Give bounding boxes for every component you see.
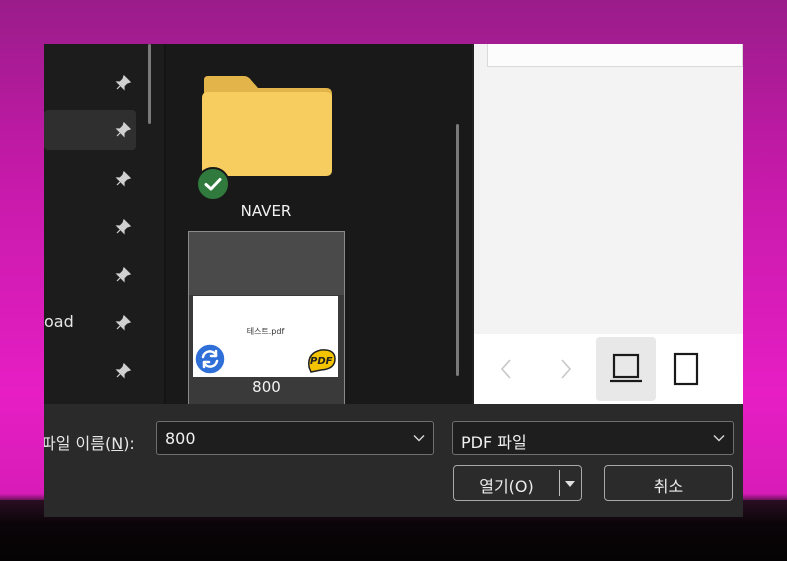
next-page-button[interactable]: [536, 337, 596, 401]
pin-icon: [115, 170, 132, 187]
nav-item-3[interactable]: [44, 159, 136, 199]
pdf-file-item[interactable]: 테스트.pdf PDF 800: [188, 231, 345, 405]
pdf-thumbnail: 테스트.pdf PDF: [193, 296, 338, 377]
dialog-footer: 파일 이름(N): 800 PDF 파일 열기(O) 취소: [44, 404, 743, 517]
fit-width-icon: [610, 353, 642, 383]
folder-name: NAVER: [240, 202, 292, 220]
filename-label-prefix: 파일 이름(: [44, 434, 112, 453]
open-button-label: 열기(O): [479, 477, 534, 496]
pin-icon: [115, 218, 132, 235]
preview-page: [487, 44, 743, 67]
nav-item-1[interactable]: [44, 63, 136, 103]
pin-icon: [115, 121, 132, 138]
cancel-button[interactable]: 취소: [604, 465, 733, 501]
caret-down-icon[interactable]: [564, 478, 576, 490]
file-list-scrollbar[interactable]: [456, 124, 459, 376]
filename-label-accesskey: N: [111, 434, 124, 453]
pdf-logo-icon: PDF: [308, 349, 336, 373]
previous-page-button[interactable]: [476, 337, 536, 401]
pin-icon: [115, 362, 132, 379]
navigation-pane: oad: [44, 44, 164, 404]
chevron-down-icon[interactable]: [411, 430, 427, 446]
fit-page-button[interactable]: [656, 337, 716, 401]
pin-icon: [115, 266, 132, 283]
filename-label: 파일 이름(N):: [44, 430, 135, 454]
nav-item-label: oad: [44, 312, 74, 331]
chevron-left-icon: [500, 359, 511, 379]
filename-value: 800: [165, 429, 196, 448]
file-list-pane: NAVER 테스트.pdf PDF 800: [166, 44, 472, 405]
pin-icon: [115, 74, 132, 91]
filetype-value: PDF 파일: [461, 433, 527, 452]
full-page-icon: [673, 352, 699, 386]
fit-width-button[interactable]: [596, 337, 656, 401]
pin-icon: [115, 314, 132, 331]
nav-scrollbar[interactable]: [148, 44, 151, 124]
chevron-down-icon: [713, 435, 725, 442]
filename-combobox[interactable]: 800: [156, 421, 434, 455]
thumbnail-text: 테스트.pdf: [246, 327, 285, 336]
nav-item-5[interactable]: [44, 255, 136, 295]
sync-icon: [194, 343, 226, 375]
svg-text:PDF: PDF: [310, 356, 333, 367]
split-divider: [559, 470, 560, 496]
filename-label-suffix: ):: [123, 434, 135, 453]
filetype-select[interactable]: PDF 파일: [452, 421, 734, 455]
check-icon: [196, 167, 230, 201]
file-open-dialog: oad NAVER 테스트.pdf PDF 800 파일 이름(N): 800 …: [44, 44, 743, 517]
preview-toolbar: [474, 334, 743, 404]
folder-item-naver[interactable]: NAVER: [196, 74, 336, 224]
open-button[interactable]: 열기(O): [453, 465, 582, 501]
nav-item-2[interactable]: [44, 110, 136, 150]
pdf-file-name: 800: [252, 378, 281, 396]
thumbnail-background: [189, 232, 344, 295]
preview-pane: [474, 44, 743, 404]
nav-item-7[interactable]: [44, 351, 136, 391]
nav-item-downloads[interactable]: oad: [44, 303, 136, 343]
chevron-right-icon: [561, 359, 572, 379]
nav-item-4[interactable]: [44, 207, 136, 247]
